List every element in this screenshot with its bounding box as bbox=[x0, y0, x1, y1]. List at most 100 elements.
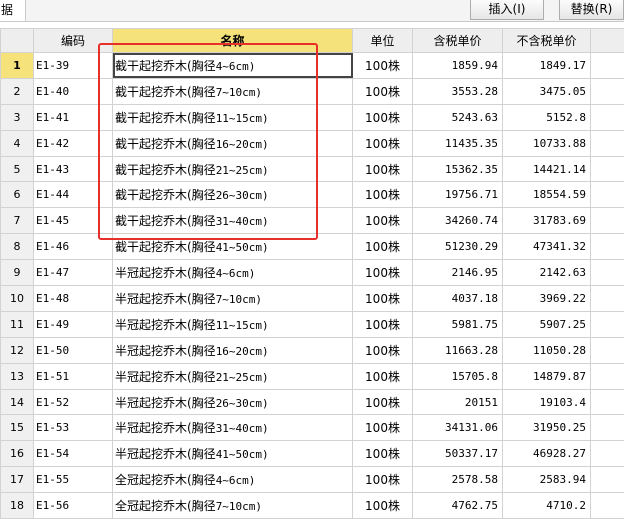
price-notax-cell[interactable]: 19103.4 bbox=[503, 389, 591, 415]
price-notax-cell[interactable]: 5907.25 bbox=[503, 311, 591, 337]
row-number[interactable]: 8 bbox=[1, 234, 34, 260]
table-row[interactable]: 16E1-54半冠起挖乔木(胸径41~50cm)100株50337.174692… bbox=[1, 441, 624, 467]
insert-button[interactable]: 插入(I) bbox=[470, 0, 544, 20]
code-cell[interactable]: E1-45 bbox=[34, 208, 113, 234]
row-number[interactable]: 2 bbox=[1, 78, 34, 104]
table-row[interactable]: 18E1-56全冠起挖乔木(胸径7~10cm)100株4762.754710.2 bbox=[1, 493, 624, 519]
row-number[interactable]: 15 bbox=[1, 415, 34, 441]
table-row[interactable]: 11E1-49半冠起挖乔木(胸径11~15cm)100株5981.755907.… bbox=[1, 311, 624, 337]
name-cell[interactable]: 半冠起挖乔木(胸径7~10cm) bbox=[113, 286, 353, 312]
code-cell[interactable]: E1-47 bbox=[34, 260, 113, 286]
price-notax-cell[interactable]: 3969.22 bbox=[503, 286, 591, 312]
row-number[interactable]: 18 bbox=[1, 493, 34, 519]
code-cell[interactable]: E1-44 bbox=[34, 182, 113, 208]
price-tax-cell[interactable]: 2578.58 bbox=[413, 467, 503, 493]
row-number[interactable]: 9 bbox=[1, 260, 34, 286]
price-tax-cell[interactable]: 34260.74 bbox=[413, 208, 503, 234]
price-notax-cell[interactable]: 31783.69 bbox=[503, 208, 591, 234]
row-number[interactable]: 3 bbox=[1, 104, 34, 130]
price-notax-cell[interactable]: 14421.14 bbox=[503, 156, 591, 182]
price-tax-cell[interactable]: 11663.28 bbox=[413, 337, 503, 363]
row-number[interactable]: 5 bbox=[1, 156, 34, 182]
price-notax-cell[interactable]: 1849.17 bbox=[503, 53, 591, 79]
unit-cell[interactable]: 100株 bbox=[353, 156, 413, 182]
name-cell[interactable]: 截干起挖乔木(胸径21~25cm) bbox=[113, 156, 353, 182]
price-tax-cell[interactable]: 51230.29 bbox=[413, 234, 503, 260]
unit-cell[interactable]: 100株 bbox=[353, 363, 413, 389]
unit-cell[interactable]: 100株 bbox=[353, 337, 413, 363]
table-row[interactable]: 2E1-40截干起挖乔木(胸径7~10cm)100株3553.283475.05 bbox=[1, 78, 624, 104]
row-number[interactable]: 17 bbox=[1, 467, 34, 493]
price-tax-cell[interactable]: 1859.94 bbox=[413, 53, 503, 79]
price-notax-cell[interactable]: 4710.2 bbox=[503, 493, 591, 519]
column-header-unit[interactable]: 单位 bbox=[353, 29, 413, 53]
row-number[interactable]: 11 bbox=[1, 311, 34, 337]
code-cell[interactable]: E1-53 bbox=[34, 415, 113, 441]
name-cell[interactable]: 截干起挖乔木(胸径7~10cm) bbox=[113, 78, 353, 104]
unit-cell[interactable]: 100株 bbox=[353, 493, 413, 519]
price-notax-cell[interactable]: 47341.32 bbox=[503, 234, 591, 260]
price-tax-cell[interactable]: 19756.71 bbox=[413, 182, 503, 208]
price-tax-cell[interactable]: 20151 bbox=[413, 389, 503, 415]
row-number[interactable]: 4 bbox=[1, 130, 34, 156]
name-cell[interactable]: 半冠起挖乔木(胸径16~20cm) bbox=[113, 337, 353, 363]
row-number[interactable]: 10 bbox=[1, 286, 34, 312]
price-notax-cell[interactable]: 2142.63 bbox=[503, 260, 591, 286]
unit-cell[interactable]: 100株 bbox=[353, 467, 413, 493]
table-row[interactable]: 12E1-50半冠起挖乔木(胸径16~20cm)100株11663.281105… bbox=[1, 337, 624, 363]
unit-cell[interactable]: 100株 bbox=[353, 234, 413, 260]
row-number[interactable]: 12 bbox=[1, 337, 34, 363]
row-number[interactable]: 7 bbox=[1, 208, 34, 234]
replace-button[interactable]: 替换(R) bbox=[559, 0, 624, 20]
price-notax-cell[interactable]: 14879.87 bbox=[503, 363, 591, 389]
table-row[interactable]: 14E1-52半冠起挖乔木(胸径26~30cm)100株2015119103.4 bbox=[1, 389, 624, 415]
name-cell[interactable]: 截干起挖乔木(胸径11~15cm) bbox=[113, 104, 353, 130]
table-row[interactable]: 9E1-47半冠起挖乔木(胸径4~6cm)100株2146.952142.63 bbox=[1, 260, 624, 286]
code-cell[interactable]: E1-48 bbox=[34, 286, 113, 312]
price-notax-cell[interactable]: 5152.8 bbox=[503, 104, 591, 130]
price-tax-cell[interactable]: 3553.28 bbox=[413, 78, 503, 104]
name-cell[interactable]: 全冠起挖乔木(胸径7~10cm) bbox=[113, 493, 353, 519]
name-cell[interactable]: 半冠起挖乔木(胸径26~30cm) bbox=[113, 389, 353, 415]
column-header-price-notax[interactable]: 不含税单价 bbox=[503, 29, 591, 53]
column-header-code[interactable]: 编码 bbox=[34, 29, 113, 53]
name-cell[interactable]: 半冠起挖乔木(胸径41~50cm) bbox=[113, 441, 353, 467]
code-cell[interactable]: E1-41 bbox=[34, 104, 113, 130]
price-notax-cell[interactable]: 3475.05 bbox=[503, 78, 591, 104]
unit-cell[interactable]: 100株 bbox=[353, 104, 413, 130]
price-tax-cell[interactable]: 5243.63 bbox=[413, 104, 503, 130]
price-tax-cell[interactable]: 5981.75 bbox=[413, 311, 503, 337]
price-notax-cell[interactable]: 11050.28 bbox=[503, 337, 591, 363]
unit-cell[interactable]: 100株 bbox=[353, 389, 413, 415]
price-notax-cell[interactable]: 46928.27 bbox=[503, 441, 591, 467]
row-number[interactable]: 16 bbox=[1, 441, 34, 467]
price-tax-cell[interactable]: 15362.35 bbox=[413, 156, 503, 182]
unit-cell[interactable]: 100株 bbox=[353, 260, 413, 286]
table-row[interactable]: 6E1-44截干起挖乔木(胸径26~30cm)100株19756.7118554… bbox=[1, 182, 624, 208]
price-tax-cell[interactable]: 2146.95 bbox=[413, 260, 503, 286]
code-cell[interactable]: E1-55 bbox=[34, 467, 113, 493]
name-cell[interactable]: 半冠起挖乔木(胸径11~15cm) bbox=[113, 311, 353, 337]
data-tab[interactable]: 据 bbox=[0, 0, 26, 21]
table-row[interactable]: 8E1-46截干起挖乔木(胸径41~50cm)100株51230.2947341… bbox=[1, 234, 624, 260]
price-tax-cell[interactable]: 50337.17 bbox=[413, 441, 503, 467]
code-cell[interactable]: E1-39 bbox=[34, 53, 113, 79]
name-cell[interactable]: 半冠起挖乔木(胸径31~40cm) bbox=[113, 415, 353, 441]
name-cell[interactable]: 截干起挖乔木(胸径16~20cm) bbox=[113, 130, 353, 156]
code-cell[interactable]: E1-40 bbox=[34, 78, 113, 104]
column-header-price-tax[interactable]: 含税单价 bbox=[413, 29, 503, 53]
unit-cell[interactable]: 100株 bbox=[353, 130, 413, 156]
unit-cell[interactable]: 100株 bbox=[353, 53, 413, 79]
table-row[interactable]: 17E1-55全冠起挖乔木(胸径4~6cm)100株2578.582583.94 bbox=[1, 467, 624, 493]
unit-cell[interactable]: 100株 bbox=[353, 78, 413, 104]
unit-cell[interactable]: 100株 bbox=[353, 208, 413, 234]
code-cell[interactable]: E1-54 bbox=[34, 441, 113, 467]
code-cell[interactable]: E1-43 bbox=[34, 156, 113, 182]
name-cell[interactable]: 截干起挖乔木(胸径31~40cm) bbox=[113, 208, 353, 234]
unit-cell[interactable]: 100株 bbox=[353, 441, 413, 467]
name-cell[interactable]: 全冠起挖乔木(胸径4~6cm) bbox=[113, 467, 353, 493]
price-notax-cell[interactable]: 31950.25 bbox=[503, 415, 591, 441]
column-header-name[interactable]: 名称 bbox=[113, 29, 353, 53]
price-notax-cell[interactable]: 10733.88 bbox=[503, 130, 591, 156]
unit-cell[interactable]: 100株 bbox=[353, 182, 413, 208]
